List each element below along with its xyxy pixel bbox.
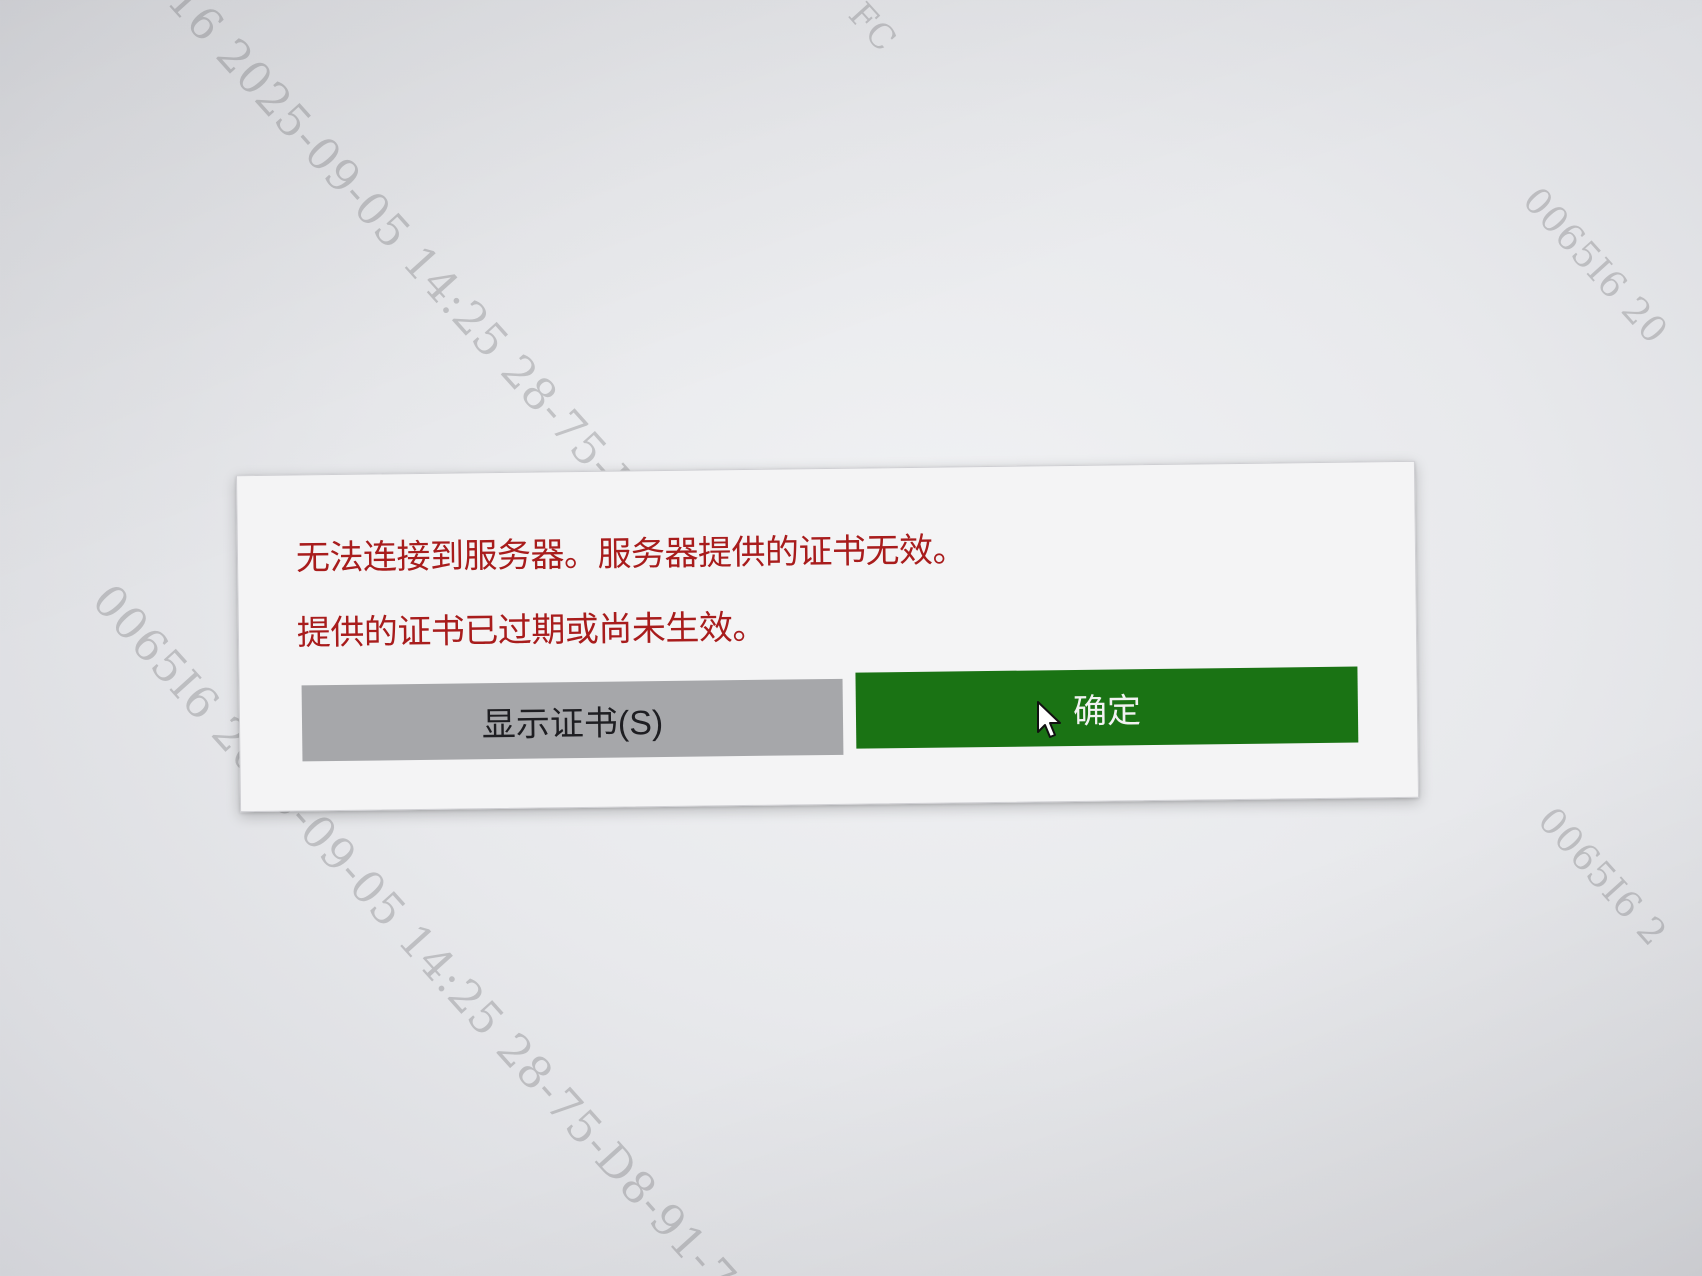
error-message-primary: 无法连接到服务器。服务器提供的证书无效。 [295, 530, 967, 579]
ok-button[interactable]: 确定 [855, 666, 1359, 749]
watermark-text: 0065I6 20 [1514, 180, 1676, 353]
show-certificate-button[interactable]: 显示证书(S) [301, 678, 844, 762]
watermark-text: FC [840, 0, 905, 61]
error-message-secondary: 提供的证书已过期或尚未生效。 [296, 607, 767, 654]
watermark-text: 0065I6 2 [1529, 800, 1675, 955]
watermark-text: 16 2025-09-05 14:25 28-75-D8- [157, 0, 682, 550]
certificate-error-dialog: 无法连接到服务器。服务器提供的证书无效。 提供的证书已过期或尚未生效。 显示证书… [235, 460, 1420, 813]
